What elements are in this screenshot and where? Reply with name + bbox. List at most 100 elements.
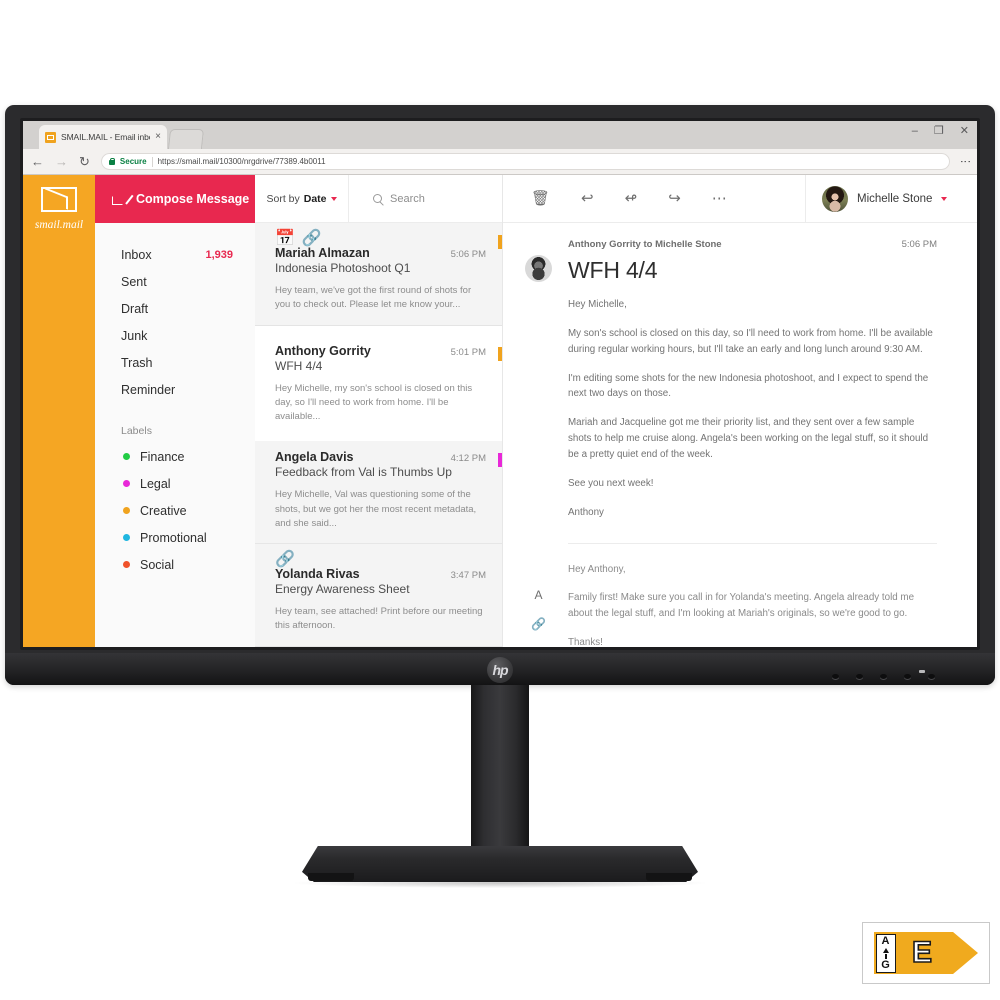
label-text: Social (140, 557, 175, 572)
sidebar-label-promotional[interactable]: Promotional (95, 524, 255, 551)
url-input[interactable]: Secure https://smail.mail/10300/nrgdrive… (100, 153, 950, 170)
sidebar-item-inbox[interactable]: Inbox 1,939 (95, 241, 255, 268)
delete-icon[interactable]: 🗑 (531, 191, 550, 206)
label-dot-icon (123, 453, 130, 460)
osd-button[interactable] (880, 674, 887, 679)
power-button[interactable] (928, 674, 935, 679)
hp-logo: hp (487, 657, 513, 683)
browser-omnibar: ← → ↻ Secure https://smail.mail/10300/nr… (23, 149, 977, 175)
sort-prefix: Sort by (266, 192, 300, 205)
up-arrow-icon (882, 947, 889, 953)
folder-list: Inbox 1,939 Sent Draft Junk Trash Remind… (95, 223, 255, 578)
user-menu[interactable]: Michelle Stone (805, 175, 977, 222)
message-participants: Anthony Gorrity to Michelle Stone (568, 239, 722, 250)
mail-preview: Hey team, see attached! Print before our… (275, 606, 483, 632)
compose-message-button[interactable]: Compose Message (95, 175, 255, 223)
compose-label: Compose Message (136, 192, 250, 206)
maximize-button[interactable]: ❐ (934, 126, 944, 137)
mail-subject: Energy Awareness Sheet (275, 582, 410, 596)
search-input[interactable]: Search (349, 175, 502, 222)
message-subject: WFH 4/4 (568, 257, 658, 283)
monitor-stand-neck (471, 685, 529, 853)
reply-all-icon[interactable]: ↫ (625, 191, 638, 206)
mail-badges: 🔗 (275, 551, 486, 568)
osd-button[interactable] (904, 674, 911, 679)
osd-button[interactable] (832, 674, 839, 679)
sidebar-item-reminder[interactable]: Reminder (95, 376, 255, 403)
toolbar-actions: 🗑 ↩ ↫ ↪ ⋯ (503, 191, 805, 206)
list-item[interactable]: Anthony Gorrity 5:01 PM WFH 4/4 Hey Mich… (255, 325, 502, 442)
search-icon (373, 194, 382, 203)
mail-sender: Anthony Gorrity (275, 343, 371, 358)
tab-close-icon[interactable]: × (155, 132, 161, 142)
message-body-scroll: Anthony Gorrity to Michelle Stone 5:06 P… (503, 223, 977, 647)
browser-menu-icon[interactable]: ⋮ (959, 156, 971, 167)
forward-icon[interactable]: ↪ (668, 191, 681, 206)
list-item[interactable]: 🔗 Yolanda Rivas 3:47 PM Energy Awareness… (255, 544, 502, 647)
list-item[interactable]: Angela Davis 4:12 PM Feedback from Val i… (255, 441, 502, 544)
search-placeholder: Search (390, 192, 425, 205)
mail-subject: Indonesia Photoshoot Q1 (275, 261, 411, 275)
sidebar-label-legal[interactable]: Legal (95, 470, 255, 497)
message-header: Anthony Gorrity to Michelle Stone 5:06 P… (568, 239, 937, 250)
stand-foot (646, 873, 692, 881)
stand-foot (308, 873, 354, 881)
folder-label: Draft (121, 301, 149, 316)
browser-tab[interactable]: SMAIL.MAIL - Email inbo × (39, 125, 167, 149)
sidebar-item-trash[interactable]: Trash (95, 349, 255, 376)
browser-tabstrip: SMAIL.MAIL - Email inbo × – ❐ ✕ (23, 121, 977, 149)
label-text: Promotional (140, 530, 207, 545)
monitor-device: SMAIL.MAIL - Email inbo × – ❐ ✕ ← → ↻ Se… (5, 105, 995, 685)
avatar (822, 185, 848, 212)
mail-sender: Angela Davis (275, 450, 354, 465)
label-dot-icon (123, 507, 130, 514)
energy-scale: A G (875, 933, 896, 973)
url-text: https://smail.mail/10300/nrgdrive/77389.… (157, 157, 326, 166)
mail-list-header: Sort by Date Search (255, 175, 502, 223)
sidebar-item-draft[interactable]: Draft (95, 295, 255, 322)
reload-icon[interactable]: ↻ (79, 155, 90, 168)
folder-label: Junk (121, 328, 148, 343)
mail-time: 4:12 PM (450, 453, 486, 465)
message-paragraph: Mariah and Jacqueline got me their prior… (568, 417, 929, 461)
tab-title: SMAIL.MAIL - Email inbo (61, 132, 151, 142)
brand-rail: smail.mail (23, 175, 95, 647)
reply-paragraph: Hey Anthony, (568, 563, 626, 575)
divider (568, 542, 937, 544)
sort-value: Date (303, 192, 327, 205)
sidebar-item-junk[interactable]: Junk (95, 322, 255, 349)
folder-label: Reminder (121, 382, 176, 397)
labels-heading: Labels (121, 425, 152, 437)
list-item[interactable]: 📅 🔗 Mariah Almazan 5:06 PM Indonesia Pho… (255, 223, 502, 326)
sidebar-label-finance[interactable]: Finance (95, 443, 255, 470)
mail-subject: WFH 4/4 (275, 358, 323, 373)
reply-icon[interactable]: ↩ (581, 191, 594, 206)
reply-text-area[interactable]: Hey Anthony, Family first! Make sure you… (568, 562, 937, 647)
sidebar-item-sent[interactable]: Sent (95, 268, 255, 295)
label-dot-icon (123, 480, 130, 487)
back-icon[interactable]: ← (31, 155, 44, 168)
message-paragraph: I'm editing some shots for the new Indon… (568, 372, 929, 400)
more-options-icon[interactable]: ⋯ (712, 191, 727, 206)
close-window-button[interactable]: ✕ (960, 126, 969, 137)
monitor-bezel: SMAIL.MAIL - Email inbo × – ❐ ✕ ← → ↻ Se… (20, 118, 980, 650)
window-controls: – ❐ ✕ (912, 126, 969, 137)
monitor-screen: SMAIL.MAIL - Email inbo × – ❐ ✕ ← → ↻ Se… (23, 121, 977, 647)
osd-buttons[interactable] (832, 674, 935, 679)
inbox-unread-count: 1,939 (205, 248, 233, 261)
sidebar-label-creative[interactable]: Creative (95, 497, 255, 524)
energy-efficiency-label: A G E (862, 922, 990, 984)
forward-icon[interactable]: → (55, 155, 68, 168)
message-content: Anthony Gorrity to Michelle Stone 5:06 P… (568, 239, 937, 544)
mail-badges: 📅 🔗 (275, 230, 486, 247)
text-format-icon[interactable]: A (534, 589, 542, 601)
energy-label-graphic: A G E (874, 932, 978, 974)
minimize-button[interactable]: – (912, 126, 918, 137)
osd-button[interactable] (856, 674, 863, 679)
sort-by-dropdown[interactable]: Sort by Date (255, 175, 349, 222)
label-tag-bar (498, 235, 502, 249)
attachment-icon[interactable]: 🔗 (531, 618, 546, 630)
sidebar-label-social[interactable]: Social (95, 551, 255, 578)
new-tab-button[interactable] (167, 129, 205, 149)
message-container: Anthony Gorrity to Michelle Stone 5:06 P… (525, 239, 937, 544)
